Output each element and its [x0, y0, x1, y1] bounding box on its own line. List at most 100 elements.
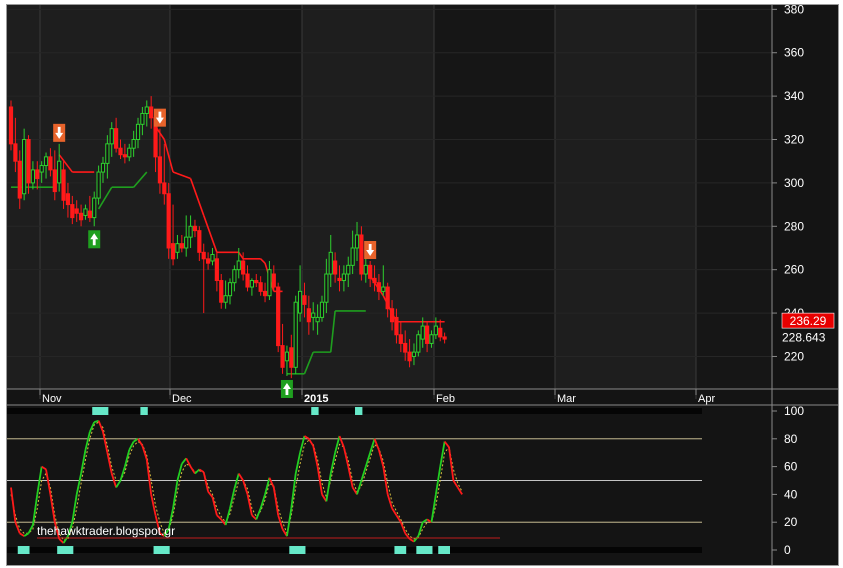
candle-body: [354, 234, 360, 249]
oversold-marker: [289, 546, 306, 554]
candle-body: [376, 282, 382, 292]
candle-body: [346, 264, 351, 275]
overbought-marker: [92, 407, 109, 415]
candle-body: [131, 139, 136, 149]
candle-body: [442, 336, 447, 340]
price-chart: 220240260280300320340360380NovDec2015Feb…: [7, 5, 838, 565]
oscillator-bottom-strip: [7, 547, 702, 553]
candle-body: [70, 204, 75, 219]
price-tick-label: 320: [784, 133, 804, 147]
date-label: Dec: [172, 393, 192, 405]
candle-body: [61, 169, 66, 201]
candle-body: [271, 273, 276, 288]
candle-body: [8, 106, 14, 145]
price-tick-label: 220: [784, 349, 804, 363]
candle-body: [293, 301, 298, 368]
candle-body: [223, 295, 228, 303]
candle-body: [26, 139, 31, 184]
candle-body: [411, 351, 417, 357]
candle-body: [381, 286, 386, 292]
candle-body: [214, 258, 219, 282]
candle-body: [197, 230, 202, 253]
candle-body: [425, 325, 430, 344]
candle-body: [17, 160, 22, 199]
candle-body: [289, 347, 294, 368]
candle-body: [109, 128, 114, 145]
price-tick-label: 280: [784, 219, 804, 233]
date-label: 2015: [304, 393, 328, 405]
candle-body: [333, 260, 338, 275]
candle-body: [144, 106, 149, 114]
date-label: Apr: [698, 393, 715, 405]
candle-body: [87, 210, 92, 219]
candle-body: [175, 243, 180, 253]
candle-body: [30, 169, 35, 184]
date-label: Mar: [557, 393, 576, 405]
candle-body: [236, 260, 241, 271]
candle-body: [302, 295, 307, 305]
candle-body: [184, 236, 189, 249]
overbought-marker: [140, 407, 148, 415]
last-price-badge-text: 236.29: [790, 314, 827, 328]
candle-body: [258, 282, 263, 292]
candle-body: [319, 301, 325, 318]
last-value-label: 228.643: [782, 331, 826, 345]
oversold-marker: [438, 546, 450, 554]
candle-body: [368, 264, 373, 279]
candle-body: [43, 156, 49, 167]
month-band: [434, 5, 555, 389]
date-label: Nov: [42, 393, 62, 405]
candle-body: [100, 162, 106, 173]
oscillator-tick-label: 60: [784, 460, 798, 474]
candle-body: [92, 197, 97, 219]
candle-body: [276, 286, 281, 347]
candle-body: [433, 325, 438, 336]
candle-body: [188, 225, 193, 238]
candle-body: [363, 264, 368, 275]
candle-body: [227, 282, 233, 297]
candle-body: [394, 316, 399, 336]
candle-body: [39, 165, 44, 173]
candle-body: [74, 208, 79, 214]
candle-body: [241, 260, 246, 275]
candle-body: [284, 351, 290, 362]
candle-body: [324, 273, 329, 303]
candle-body: [149, 106, 154, 119]
candle-body: [83, 208, 88, 216]
candle-body: [13, 143, 18, 162]
candle-body: [341, 273, 346, 282]
watermark-text: thehawktrader.blogspot.gr: [37, 524, 175, 538]
candle-body: [438, 327, 443, 338]
month-band: [555, 5, 696, 389]
candle-body: [254, 280, 259, 284]
candle-body: [57, 160, 62, 184]
price-tick-label: 360: [784, 46, 804, 60]
candle-body: [350, 247, 355, 266]
candle-body: [210, 253, 215, 262]
month-band: [302, 5, 434, 389]
candle-body: [297, 290, 303, 314]
candle-body: [127, 147, 132, 158]
candle-body: [311, 312, 316, 318]
candle-body: [337, 277, 342, 282]
candle-body: [245, 273, 250, 288]
candle-body: [359, 234, 364, 275]
candle-body: [398, 334, 403, 344]
candle-body: [385, 286, 390, 310]
candle-body: [114, 128, 119, 149]
oscillator-top-strip: [7, 408, 702, 414]
candle-body: [170, 243, 176, 260]
oscillator-tick-label: 40: [784, 487, 798, 501]
oscillator-tick-label: 80: [784, 432, 798, 446]
oversold-marker: [57, 546, 74, 554]
oversold-marker: [153, 546, 170, 554]
candle-body: [249, 280, 255, 288]
candle-body: [420, 325, 425, 340]
candle-body: [78, 212, 84, 221]
candle-body: [157, 156, 163, 184]
oversold-marker: [17, 546, 30, 554]
candle-body: [328, 251, 333, 275]
candle-body: [403, 342, 408, 353]
month-band: [7, 5, 170, 389]
candle-body: [372, 277, 377, 284]
